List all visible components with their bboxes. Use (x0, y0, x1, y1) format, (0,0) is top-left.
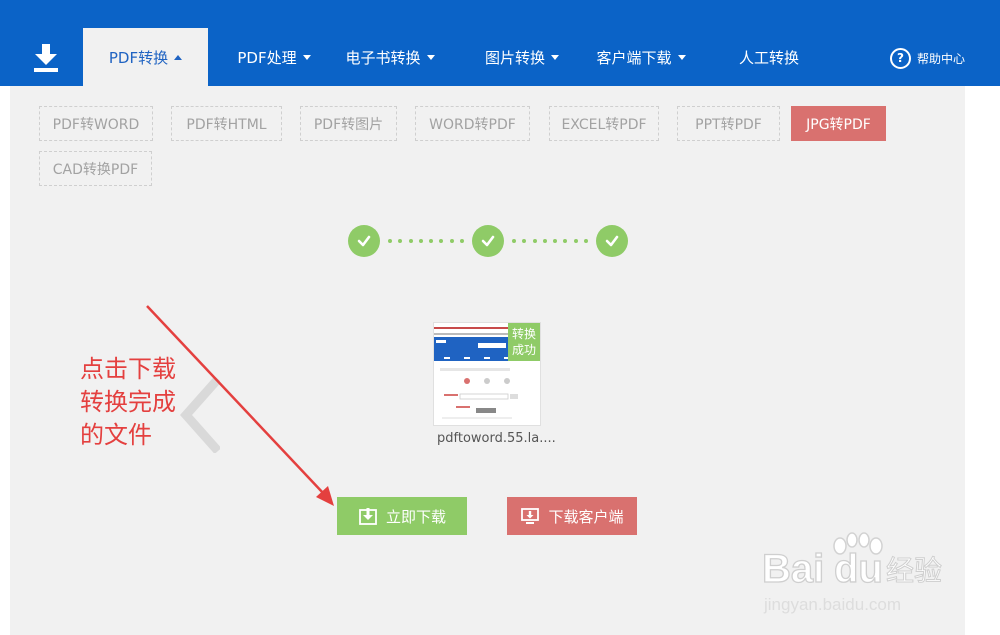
watermark-url: jingyan.baidu.com (763, 595, 901, 614)
annotation-line-1: 点击下载 (80, 355, 176, 383)
annotation-text: 点击下载 转换完成 的文件 (80, 353, 176, 452)
baidu-jingyan-watermark: Bai du 经验 jingyan.baidu.com (762, 532, 943, 614)
annotation-line-3: 的文件 (80, 421, 152, 449)
svg-text:du: du (834, 547, 883, 591)
svg-text:Bai: Bai (762, 547, 824, 591)
watermark-suffix: 经验 (886, 554, 942, 587)
annotation-line-2: 转换完成 (80, 388, 176, 416)
